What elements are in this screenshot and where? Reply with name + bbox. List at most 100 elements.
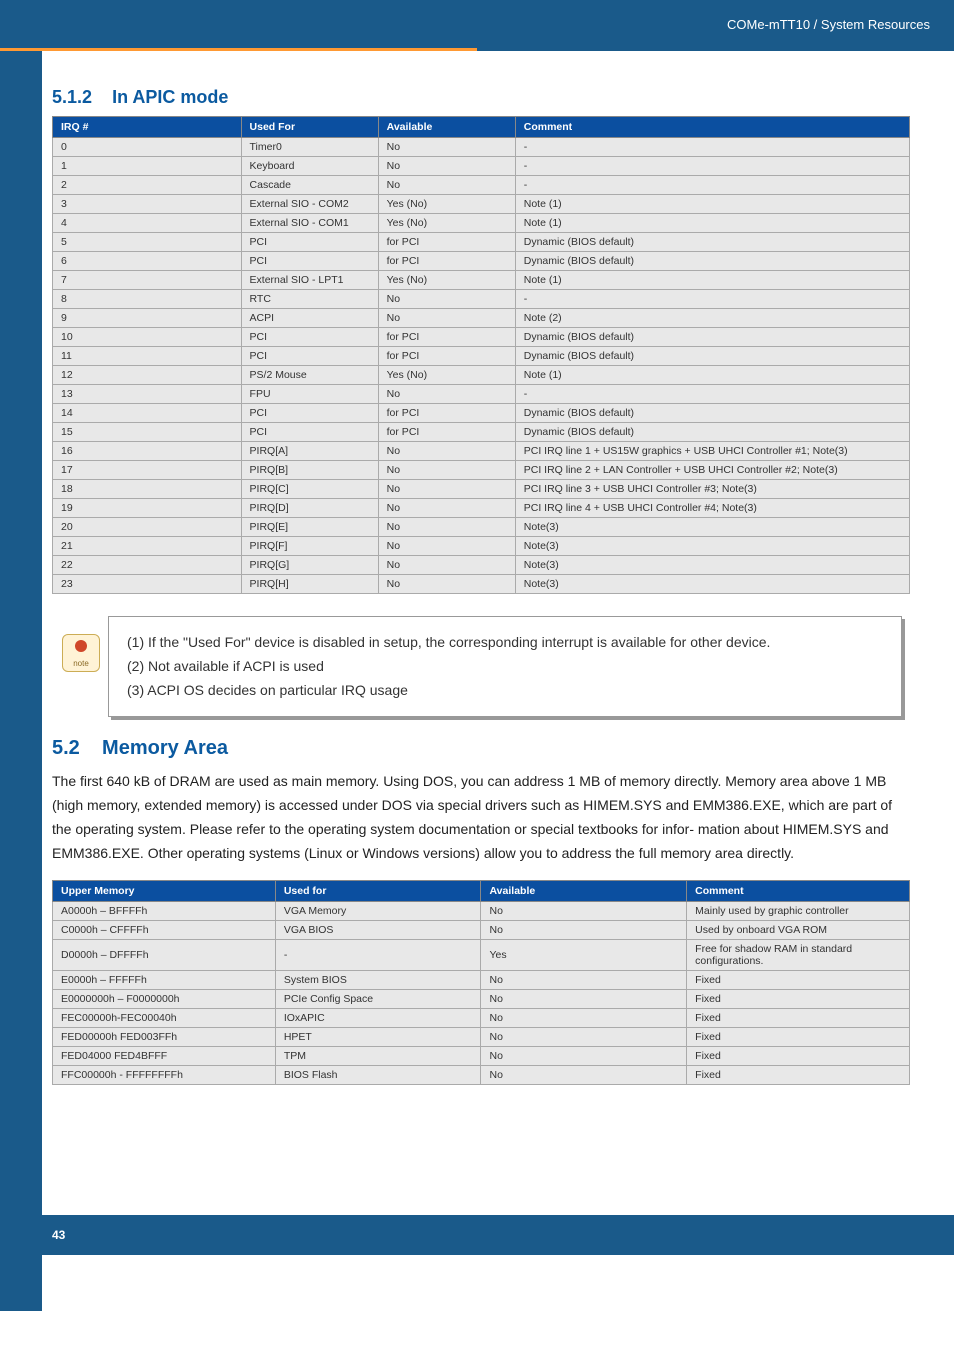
- cell-avail: No: [378, 518, 515, 537]
- section-512-heading: 5.1.2 In APIC mode: [52, 87, 910, 108]
- cell-comment: Fixed: [687, 989, 910, 1008]
- table-row: 13FPUNo-: [53, 385, 910, 404]
- cell-avail: No: [378, 176, 515, 195]
- cell-comment: Dynamic (BIOS default): [515, 423, 909, 442]
- col-uppermem: Upper Memory: [53, 880, 276, 901]
- table-row: 3External SIO - COM2Yes (No)Note (1): [53, 195, 910, 214]
- cell-avail: Yes (No): [378, 271, 515, 290]
- cell-irq: 9: [53, 309, 242, 328]
- cell-irq: 7: [53, 271, 242, 290]
- cell-irq: 15: [53, 423, 242, 442]
- note-line-1: (1) If the "Used For" device is disabled…: [127, 631, 883, 655]
- table-row: C0000h – CFFFFhVGA BIOSNoUsed by onboard…: [53, 920, 910, 939]
- table-header-row: IRQ # Used For Available Comment: [53, 117, 910, 138]
- cell-comment: Note (1): [515, 195, 909, 214]
- cell-comment: Note (1): [515, 271, 909, 290]
- section-number: 5.1.2: [52, 87, 92, 107]
- left-sidebar: [0, 51, 42, 1311]
- cell-irq: 23: [53, 575, 242, 594]
- cell-comment: -: [515, 176, 909, 195]
- note-icon-wrap: [60, 616, 108, 677]
- cell-comment: Fixed: [687, 1065, 910, 1084]
- cell-comment: Mainly used by graphic controller: [687, 901, 910, 920]
- cell-irq: 2: [53, 176, 242, 195]
- cell-comment: -: [515, 138, 909, 157]
- cell-comment: Dynamic (BIOS default): [515, 252, 909, 271]
- table-row: 22PIRQ[G]NoNote(3): [53, 556, 910, 575]
- cell-used: PIRQ[C]: [241, 480, 378, 499]
- cell-irq: 22: [53, 556, 242, 575]
- cell-comment: -: [515, 290, 909, 309]
- table-row: 16PIRQ[A]NoPCI IRQ line 1 + US15W graphi…: [53, 442, 910, 461]
- cell-used: VGA BIOS: [275, 920, 481, 939]
- table-row: 18PIRQ[C]NoPCI IRQ line 3 + USB UHCI Con…: [53, 480, 910, 499]
- cell-used: Timer0: [241, 138, 378, 157]
- cell-avail: for PCI: [378, 233, 515, 252]
- cell-comment: -: [515, 157, 909, 176]
- cell-used: PCIe Config Space: [275, 989, 481, 1008]
- cell-avail: No: [481, 1065, 687, 1084]
- memory-table: Upper Memory Used for Available Comment …: [52, 880, 910, 1085]
- cell-irq: 19: [53, 499, 242, 518]
- cell-comment: Note(3): [515, 556, 909, 575]
- cell-used: ACPI: [241, 309, 378, 328]
- cell-avail: No: [481, 920, 687, 939]
- col-comment: Comment: [687, 880, 910, 901]
- cell-comment: PCI IRQ line 2 + LAN Controller + USB UH…: [515, 461, 909, 480]
- cell-used: System BIOS: [275, 970, 481, 989]
- cell-avail: Yes (No): [378, 214, 515, 233]
- col-irq: IRQ #: [53, 117, 242, 138]
- breadcrumb: COMe-mTT10 / System Resources: [727, 17, 930, 32]
- cell-avail: No: [481, 1027, 687, 1046]
- table-row: FFC00000h - FFFFFFFFhBIOS FlashNoFixed: [53, 1065, 910, 1084]
- col-usedfor: Used for: [275, 880, 481, 901]
- cell-used: PIRQ[B]: [241, 461, 378, 480]
- table-row: E0000000h – F0000000hPCIe Config SpaceNo…: [53, 989, 910, 1008]
- table-row: 19PIRQ[D]NoPCI IRQ line 4 + USB UHCI Con…: [53, 499, 910, 518]
- cell-irq: 4: [53, 214, 242, 233]
- table-row: FED00000h FED003FFhHPETNoFixed: [53, 1027, 910, 1046]
- cell-comment: Fixed: [687, 970, 910, 989]
- cell-used: External SIO - COM1: [241, 214, 378, 233]
- cell-used: PCI: [241, 328, 378, 347]
- cell-comment: Fixed: [687, 1008, 910, 1027]
- cell-avail: No: [378, 575, 515, 594]
- cell-mem: FFC00000h - FFFFFFFFh: [53, 1065, 276, 1084]
- cell-avail: Yes: [481, 939, 687, 970]
- table-row: 17PIRQ[B]NoPCI IRQ line 2 + LAN Controll…: [53, 461, 910, 480]
- cell-avail: Yes (No): [378, 195, 515, 214]
- table-row: FEC00000h-FEC00040hIOxAPICNoFixed: [53, 1008, 910, 1027]
- section-number: 5.2: [52, 737, 80, 759]
- cell-mem: C0000h – CFFFFh: [53, 920, 276, 939]
- section-title: Memory Area: [102, 737, 228, 759]
- table-row: 23PIRQ[H]NoNote(3): [53, 575, 910, 594]
- col-usedfor: Used For: [241, 117, 378, 138]
- cell-used: PCI: [241, 423, 378, 442]
- cell-used: VGA Memory: [275, 901, 481, 920]
- cell-comment: Dynamic (BIOS default): [515, 404, 909, 423]
- cell-avail: for PCI: [378, 404, 515, 423]
- cell-mem: E0000h – FFFFFh: [53, 970, 276, 989]
- cell-avail: No: [378, 556, 515, 575]
- cell-mem: E0000000h – F0000000h: [53, 989, 276, 1008]
- cell-avail: No: [378, 290, 515, 309]
- cell-avail: No: [378, 537, 515, 556]
- cell-comment: Note (1): [515, 214, 909, 233]
- table-row: E0000h – FFFFFhSystem BIOSNoFixed: [53, 970, 910, 989]
- cell-mem: D0000h – DFFFFh: [53, 939, 276, 970]
- cell-used: -: [275, 939, 481, 970]
- cell-avail: for PCI: [378, 328, 515, 347]
- cell-used: FPU: [241, 385, 378, 404]
- cell-used: PS/2 Mouse: [241, 366, 378, 385]
- cell-used: Cascade: [241, 176, 378, 195]
- table-row: 4External SIO - COM1Yes (No)Note (1): [53, 214, 910, 233]
- table-row: 6PCIfor PCIDynamic (BIOS default): [53, 252, 910, 271]
- cell-avail: No: [481, 970, 687, 989]
- table-row: D0000h – DFFFFh-YesFree for shadow RAM i…: [53, 939, 910, 970]
- cell-comment: PCI IRQ line 4 + USB UHCI Controller #4;…: [515, 499, 909, 518]
- cell-avail: No: [378, 309, 515, 328]
- cell-used: External SIO - LPT1: [241, 271, 378, 290]
- header-bar: COMe-mTT10 / System Resources: [0, 0, 954, 48]
- cell-irq: 12: [53, 366, 242, 385]
- cell-used: HPET: [275, 1027, 481, 1046]
